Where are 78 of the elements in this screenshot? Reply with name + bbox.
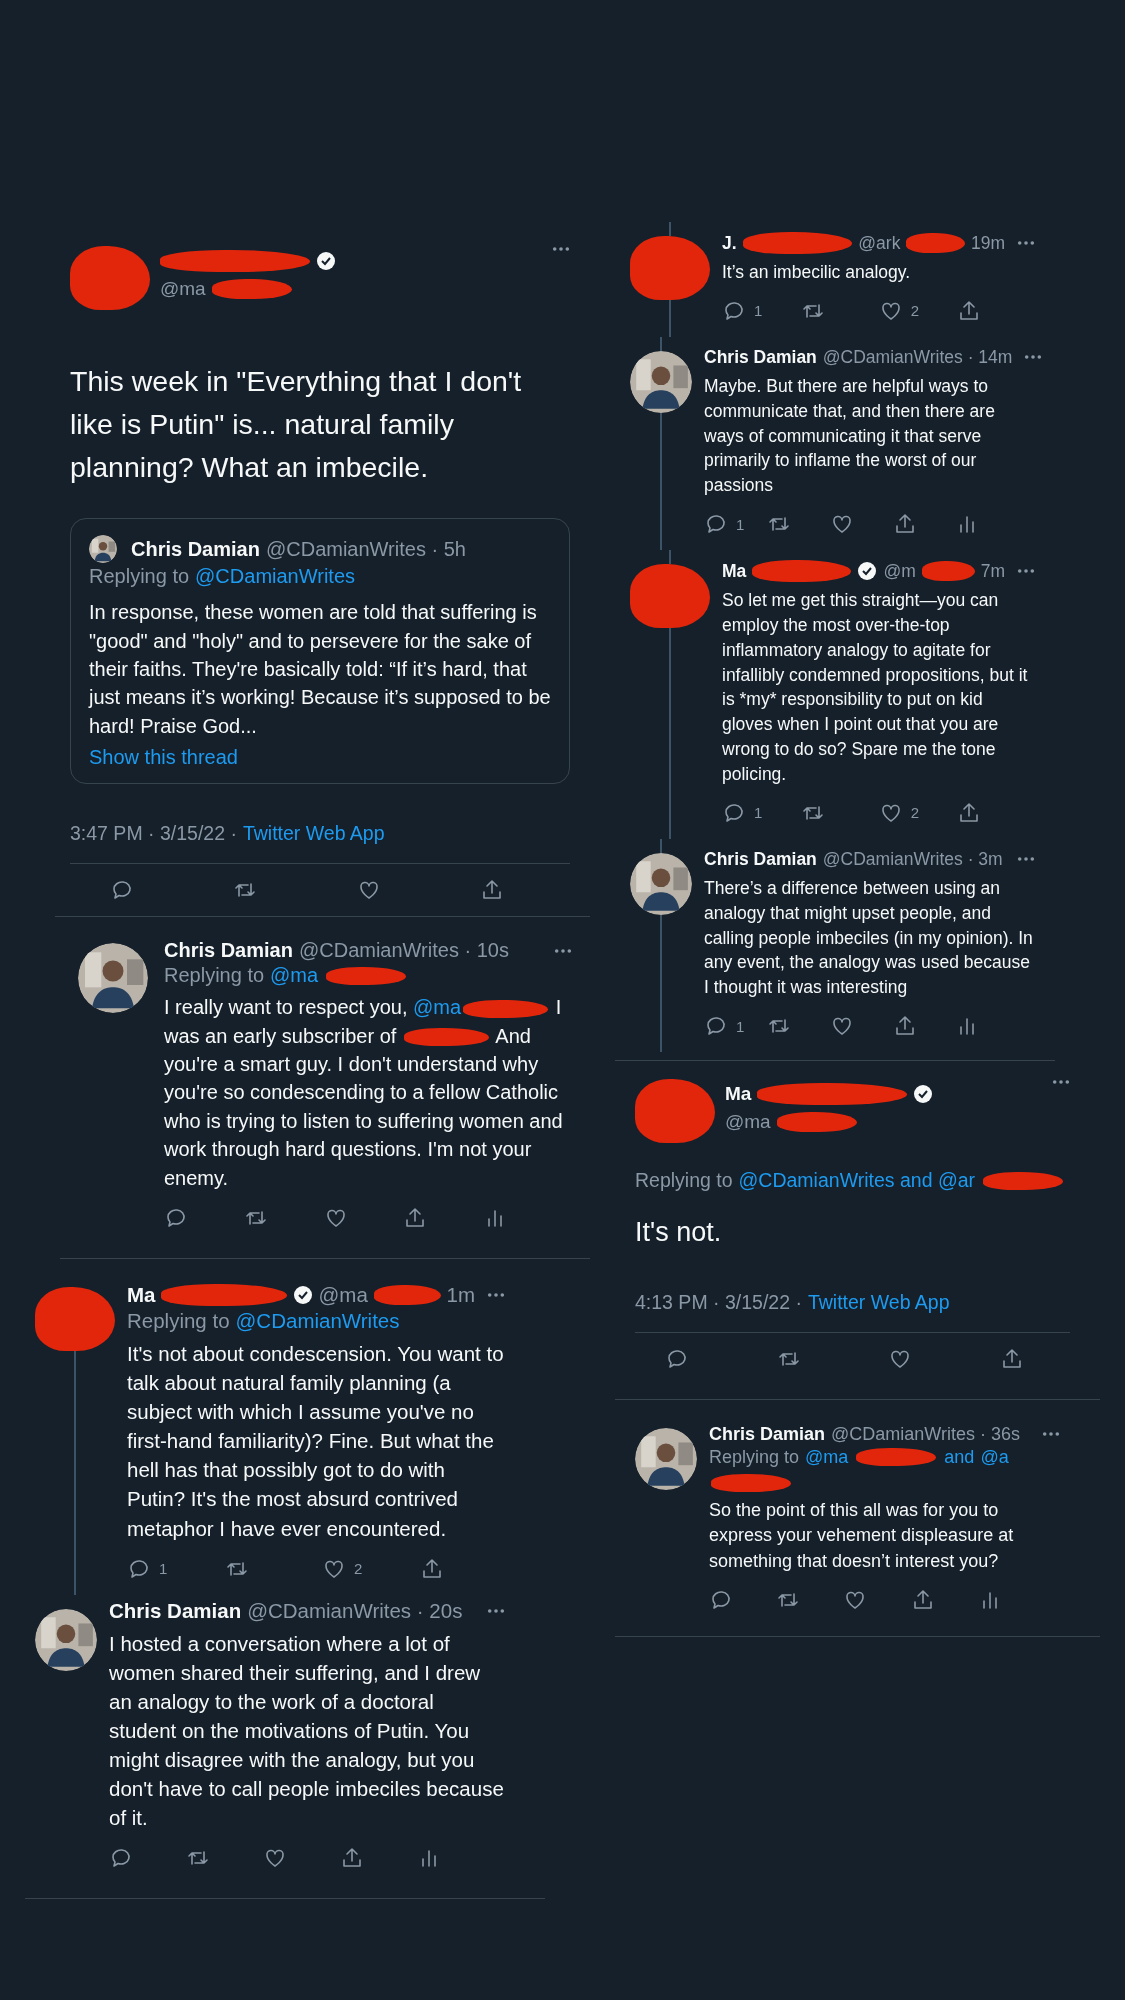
author-name[interactable]: Chris Damian bbox=[164, 939, 293, 963]
more-icon[interactable] bbox=[487, 1607, 505, 1614]
more-icon[interactable] bbox=[1017, 856, 1035, 863]
author-handle[interactable]: @ma bbox=[318, 1282, 368, 1307]
avatar[interactable] bbox=[630, 350, 692, 413]
author-handle[interactable]: @CDamianWrites · 3m bbox=[822, 848, 1003, 870]
tweet-text: So the point of this all was for you to express your vehement displeasure at something that doesn’t interest you? bbox=[709, 1498, 1015, 1573]
replying-label: Replying to bbox=[127, 1308, 230, 1333]
quoted-tweet-card[interactable] bbox=[70, 518, 570, 785]
tweet-text: There’s a difference between using an analogy that might upset people, and calling people imbeciles (in my opinion). In any event, the analogy was used because I thought it was interesting bbox=[704, 876, 1034, 1000]
tweet-text: So let me get this straight—you can employ the most over-the-top inflammatory analogy to agitate for infallibly condemned propositions, but it is *my* responsibility to put on kid gloves when I point out that you are wrong to do so? Spare me the tone policing. bbox=[722, 589, 1029, 786]
mention-link[interactable]: @a bbox=[980, 1446, 1009, 1468]
avatar[interactable] bbox=[635, 1427, 697, 1490]
author-name[interactable]: Chris Damian bbox=[131, 537, 260, 561]
author-handle[interactable]: @CDamianWrites · 5h bbox=[265, 537, 466, 561]
more-icon[interactable] bbox=[1042, 1431, 1060, 1438]
action-count: 2 bbox=[353, 1560, 363, 1578]
author-name[interactable]: J. bbox=[722, 232, 737, 254]
author-handle[interactable]: @ma bbox=[160, 278, 206, 300]
timestamp: 4:13 PM · 3/15/22 · bbox=[635, 1290, 802, 1314]
tweet-text: This week in "Everything that I don't like is Putin" is... natural family planning? What an imbecile. bbox=[70, 364, 523, 485]
author-name[interactable]: Chris Damian bbox=[704, 848, 817, 870]
author-handle[interactable]: @CDamianWrites · 14m bbox=[822, 346, 1013, 368]
action-count: 1 bbox=[736, 1017, 745, 1035]
tweet-text: Maybe. But there are helpful ways to communicate that, and then there are ways of communicating it that serve primarily to inflame the worst of our passions bbox=[704, 374, 996, 498]
more-icon[interactable] bbox=[552, 246, 570, 252]
more-icon[interactable] bbox=[1052, 1079, 1070, 1086]
mention-link[interactable]: @ma bbox=[805, 1446, 849, 1468]
tweet-text: It’s an imbecilic analogy. bbox=[722, 261, 912, 284]
tweet-time: 19m bbox=[970, 232, 1005, 254]
more-icon[interactable] bbox=[487, 1291, 505, 1298]
mention-link[interactable]: @CDamianWrites and @ar bbox=[738, 1169, 976, 1193]
action-count: 2 bbox=[910, 302, 920, 320]
avatar[interactable] bbox=[89, 535, 117, 564]
tweet-time: 7m bbox=[980, 560, 1005, 582]
author-name[interactable]: Ma bbox=[725, 1083, 752, 1106]
more-icon[interactable] bbox=[1024, 354, 1043, 361]
author-handle[interactable]: @m bbox=[883, 560, 916, 582]
author-handle[interactable]: @CDamianWrites · 20s bbox=[247, 1598, 463, 1623]
tweet-time: 1m bbox=[446, 1282, 475, 1307]
replying-label: Replying to bbox=[164, 964, 265, 988]
replying-label: Replying to bbox=[709, 1446, 800, 1468]
avatar[interactable] bbox=[35, 1608, 97, 1671]
author-name[interactable]: Chris Damian bbox=[709, 1423, 826, 1445]
action-count: 2 bbox=[910, 804, 920, 822]
tweet-text: I really want to respect you, @ma I was an early subscriber of And you're a smart guy. I don't understand why you're so condescending to a fellow Catholic who is trying to listen to suffering women and work through hard questions. I'm not your enemy. bbox=[164, 995, 564, 1191]
source-link[interactable]: Twitter Web App bbox=[242, 822, 385, 846]
replying-label: Replying to bbox=[89, 565, 190, 589]
action-count: 1 bbox=[754, 302, 763, 320]
action-count: 1 bbox=[754, 804, 763, 822]
quoted-text: In response, these women are told that suffering is "good" and "holy" and to persevere for the sake of their faiths. They're basically told: “If it’s hard, that just means it’s working! Because it’s supposed to be hard! Praise God... bbox=[89, 600, 551, 739]
author-name[interactable]: Chris Damian bbox=[704, 346, 817, 368]
tweet-text: It's not. bbox=[635, 1216, 723, 1250]
show-thread-link[interactable]: Show this thread bbox=[89, 746, 238, 769]
author-name[interactable]: Chris Damian bbox=[109, 1598, 242, 1623]
replying-label: Replying to bbox=[635, 1169, 733, 1193]
author-handle[interactable]: @ma bbox=[725, 1111, 771, 1134]
author-name[interactable]: Ma bbox=[722, 560, 747, 582]
more-icon[interactable] bbox=[554, 947, 572, 954]
author-handle[interactable]: @ark bbox=[858, 232, 901, 254]
timestamp: 3:47 PM · 3/15/22 · bbox=[70, 822, 237, 846]
action-count: 1 bbox=[159, 1560, 168, 1578]
tweet-text: I hosted a conversation where a lot of women shared their suffering, and I drew an analogy to the work of a doctoral student on the motivations of Putin. You might disagree with the analogy, but you don't have to call people imbeciles because of it. bbox=[109, 1630, 505, 1832]
author-name[interactable]: Ma bbox=[127, 1282, 156, 1307]
source-link[interactable]: Twitter Web App bbox=[807, 1290, 950, 1314]
mention-link[interactable]: and bbox=[944, 1446, 975, 1468]
mention-link[interactable]: @ma bbox=[270, 964, 319, 988]
more-icon[interactable] bbox=[1017, 568, 1035, 575]
action-count: 1 bbox=[736, 515, 745, 533]
mention-link[interactable]: @ma bbox=[413, 996, 462, 1019]
tweet-text: It's not about condescension. You want to talk about natural family planning (a subject with which I assume you've no first-hand familiarity)? Fine. But what the hell has that possibly got to do with Putin? It's the most absurd contrived metaphor I have ever encountered. bbox=[127, 1340, 505, 1542]
more-icon[interactable] bbox=[1017, 240, 1035, 246]
author-handle[interactable]: @CDamianWrites · 36s bbox=[831, 1423, 1021, 1445]
author-handle[interactable]: @CDamianWrites · 10s bbox=[298, 939, 509, 963]
avatar[interactable] bbox=[78, 943, 148, 1014]
avatar[interactable] bbox=[630, 852, 692, 915]
mention-link[interactable]: @CDamianWrites bbox=[235, 1308, 400, 1333]
mention-link[interactable]: @CDamianWrites bbox=[195, 565, 356, 589]
